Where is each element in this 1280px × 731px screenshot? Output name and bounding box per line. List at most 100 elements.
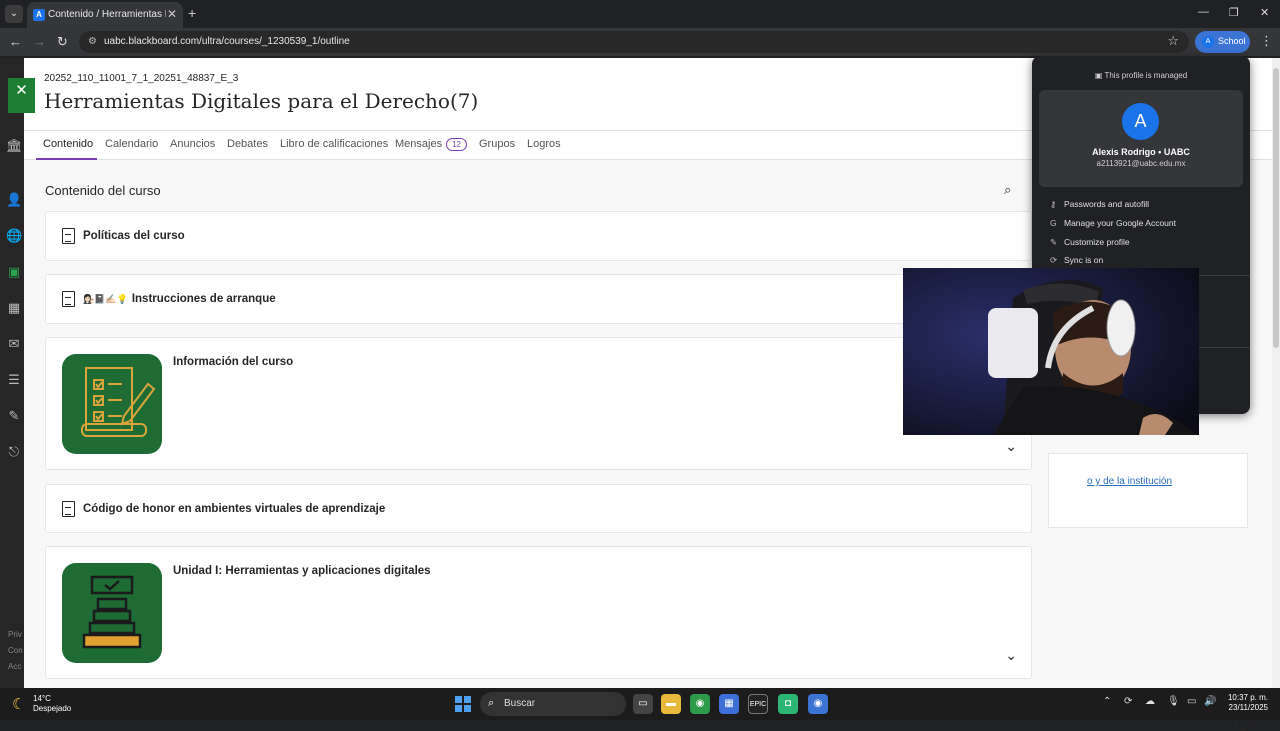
restore-icon[interactable]: ❐ [1229, 6, 1239, 19]
tab-mensajes-label: Mensajes [395, 138, 443, 150]
date: 23/11/2025 [1228, 703, 1268, 712]
app-icon[interactable]: ◘ [778, 694, 798, 714]
tab-calendario[interactable]: Calendario [105, 138, 158, 150]
globe-icon[interactable]: 🌐 [6, 228, 22, 244]
reload-icon[interactable]: ↻ [57, 34, 68, 50]
weather-widget[interactable]: 14°C Despejado [33, 694, 71, 714]
chrome-profile-icon[interactable]: ◉ [808, 694, 828, 714]
courses-icon[interactable]: ▣ [6, 264, 22, 280]
content-item-instrucciones[interactable]: 👩🏻‍⚖️📓✍🏻💡 Instrucciones de arranque [45, 274, 1032, 324]
ballot-podium-thumbnail-icon [62, 563, 162, 663]
menu-item-label: Passwords and autofill [1064, 199, 1150, 209]
scrollbar-thumb[interactable] [1273, 68, 1279, 348]
profile-icon[interactable]: 👤 [6, 192, 22, 208]
task-view-icon[interactable]: ▭ [633, 694, 653, 714]
content-item-title[interactable]: Políticas del curso [83, 230, 185, 242]
menu-item-label: Manage your Google Account [1064, 218, 1176, 228]
network-icon[interactable]: ▭ [1187, 696, 1196, 707]
item-emojis: 👩🏻‍⚖️📓✍🏻💡 [83, 294, 128, 304]
taskbar-search[interactable]: ⌕ Buscar [480, 692, 626, 716]
menu-item-label: Sync is on [1064, 255, 1104, 265]
menu-item-label: Customize profile [1064, 237, 1130, 247]
bookmark-star-icon[interactable]: ☆ [1167, 33, 1179, 49]
menu-customize-profile[interactable]: ✎ Customize profile [1050, 237, 1130, 248]
side-panel-link[interactable]: o y de la institución [1087, 474, 1217, 489]
tab-grupos[interactable]: Grupos [479, 138, 515, 150]
content-item-title[interactable]: Unidad I: Herramientas y aplicaciones di… [173, 565, 431, 577]
menu-sync[interactable]: ⟳ Sync is on [1050, 255, 1103, 266]
tools-icon[interactable]: ✎ [6, 408, 22, 424]
site-info-icon[interactable]: ⚙ [88, 36, 97, 47]
clock[interactable]: 10:37 p. m. 23/11/2025 [1220, 693, 1268, 713]
messages-icon[interactable]: ✉ [6, 336, 22, 352]
sync-tray-icon[interactable]: ⟳ [1124, 696, 1132, 707]
menu-passwords-autofill[interactable]: ⚷ Passwords and autofill [1050, 199, 1149, 210]
page-scrollbar[interactable] [1272, 58, 1280, 688]
tab-contenido[interactable]: Contenido [43, 138, 93, 150]
menu-manage-google-account[interactable]: G Manage your Google Account [1050, 218, 1176, 228]
store-icon[interactable]: ▦ [719, 694, 739, 714]
institution-icon[interactable]: 🏛 [6, 138, 23, 154]
back-icon[interactable]: ← [9, 34, 22, 49]
content-item-unidad-1[interactable]: Unidad I: Herramientas y aplicaciones di… [45, 546, 1032, 679]
tab-mensajes[interactable]: Mensajes 12 [395, 138, 467, 151]
volume-icon[interactable]: 🔊 [1204, 696, 1216, 707]
close-course-button[interactable]: ✕ [8, 78, 35, 113]
epic-games-icon[interactable]: EPIC [748, 694, 768, 714]
windows-start-icon[interactable] [455, 696, 471, 712]
tab-debates[interactable]: Debates [227, 138, 268, 150]
grades-icon[interactable]: ☰ [6, 372, 22, 388]
content-item-title[interactable]: 👩🏻‍⚖️📓✍🏻💡 Instrucciones de arranque [83, 293, 276, 305]
profile-button[interactable]: A School [1195, 31, 1250, 53]
pencil-icon: ✎ [1050, 237, 1058, 247]
tab-search-icon[interactable]: ⌄ [5, 5, 23, 23]
address-bar[interactable]: ⚙ uabc.blackboard.com/ultra/courses/_123… [79, 31, 1189, 53]
profile-label: School [1218, 36, 1246, 46]
moon-weather-icon[interactable]: ☾ [12, 695, 25, 713]
course-code: 20252_110_11001_7_1_20251_48837_E_3 [44, 73, 239, 84]
search-icon[interactable]: ⌕ [1004, 182, 1011, 198]
section-title: Contenido del curso [45, 183, 161, 198]
accessibility-link[interactable]: Acc [8, 662, 21, 671]
tab-logros[interactable]: Logros [527, 138, 561, 150]
forward-icon[interactable]: → [33, 34, 46, 49]
content-item-politicas[interactable]: Políticas del curso [45, 211, 1032, 261]
blackboard-favicon-icon: A [33, 9, 45, 21]
terms-link[interactable]: Con [8, 646, 23, 655]
key-icon: ⚷ [1050, 199, 1057, 209]
content-item-title[interactable]: Código de honor en ambientes virtuales d… [83, 503, 385, 515]
chevron-up-icon[interactable]: ⌃ [1103, 696, 1111, 707]
microphone-icon[interactable]: 🎙 [1167, 696, 1180, 707]
cloud-icon[interactable]: ☁ [1145, 696, 1155, 707]
profile-card: A Alexis Rodrigo • UABC a2113921@uabc.ed… [1039, 90, 1243, 187]
content-item-informacion[interactable]: Información del curso ⌄ [45, 337, 1032, 470]
browser-tab[interactable]: A Contenido / Herramientas Digit ✕ [27, 2, 183, 28]
tab-anuncios[interactable]: Anuncios [170, 138, 215, 150]
minimize-icon[interactable]: — [1198, 6, 1209, 18]
content-item-codigo-honor[interactable]: Código de honor en ambientes virtuales d… [45, 484, 1032, 533]
time: 10:37 p. m. [1227, 693, 1268, 702]
browser-toolbar: ← → ↻ ⚙ uabc.blackboard.com/ultra/course… [0, 28, 1280, 56]
calendar-icon[interactable]: ▦ [6, 300, 22, 316]
browser-menu-icon[interactable]: ⋮ [1260, 33, 1273, 49]
content-item-label: Instrucciones de arranque [131, 293, 276, 305]
taskbar-search-label: Buscar [504, 698, 536, 709]
file-explorer-icon[interactable]: ▬ [661, 694, 681, 714]
windows-taskbar: ☾ 14°C Despejado ⌕ Buscar ▭ ▬ ◉ ▦ EPIC ◘ … [0, 688, 1280, 720]
close-tab-icon[interactable]: ✕ [167, 7, 177, 21]
weather-temp: 14°C [33, 694, 51, 703]
close-window-icon[interactable]: ✕ [1260, 6, 1269, 19]
tab-libro-calificaciones[interactable]: Libro de calificaciones [280, 138, 388, 150]
messages-count-badge: 12 [446, 138, 467, 151]
chevron-down-icon[interactable]: ⌄ [1005, 647, 1017, 664]
managed-notice: ▣ This profile is managed [1094, 71, 1188, 80]
document-icon [62, 228, 75, 244]
chevron-down-icon[interactable]: ⌄ [1005, 438, 1017, 455]
content-item-title[interactable]: Información del curso [173, 356, 293, 368]
browser-tab-bar: ⌄ A Contenido / Herramientas Digit ✕ + —… [0, 0, 1280, 28]
sign-out-icon[interactable]: ⎋ [6, 444, 22, 460]
chrome-icon[interactable]: ◉ [690, 694, 710, 714]
managed-text: This profile is managed [1104, 71, 1188, 80]
privacy-link[interactable]: Priv [8, 630, 22, 639]
new-tab-icon[interactable]: + [188, 5, 196, 21]
